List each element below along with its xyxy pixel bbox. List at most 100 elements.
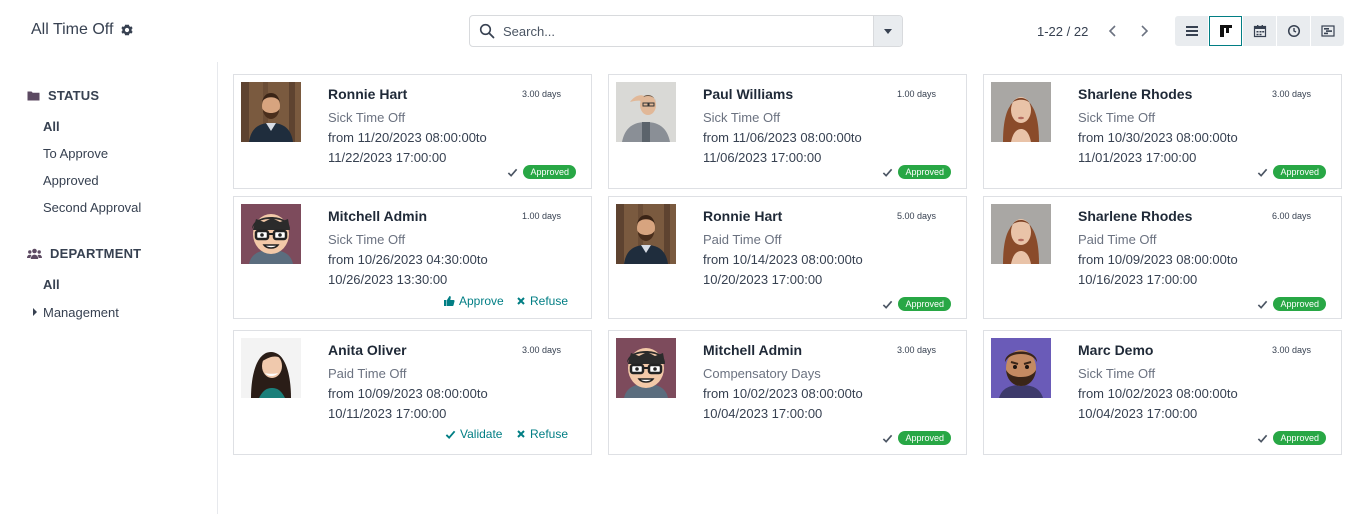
- time-off-card[interactable]: Sharlene Rhodes 3.00 days Sick Time Off …: [983, 74, 1342, 189]
- duration: 1.00 days: [521, 211, 561, 221]
- approval-status: Approved: [882, 165, 951, 179]
- approval-status: Approved: [1257, 297, 1326, 311]
- calendar-icon: [1253, 25, 1266, 38]
- employee-avatar: [991, 82, 1051, 142]
- employee-avatar: [616, 338, 676, 398]
- validate-label: Validate: [460, 427, 503, 441]
- refuse-label: Refuse: [530, 294, 569, 308]
- duration: 3.00 days: [896, 345, 936, 355]
- approval-status: Approved: [1257, 165, 1326, 179]
- duration: 3.00 days: [521, 89, 561, 99]
- date-to: 10/20/2023 17:00:00: [703, 272, 823, 287]
- status-badge: Approved: [898, 431, 951, 445]
- list-view-button[interactable]: [1175, 16, 1208, 46]
- status-heading-label: STATUS: [48, 88, 100, 103]
- leave-type: Sick Time Off: [1078, 366, 1156, 381]
- search-options-toggle[interactable]: [873, 16, 902, 46]
- users-icon: [27, 248, 42, 259]
- check-icon: [1258, 168, 1268, 177]
- department-filter-all[interactable]: All: [43, 277, 60, 292]
- duration: 3.00 days: [1271, 89, 1311, 99]
- leave-type: Paid Time Off: [703, 232, 782, 247]
- time-off-card[interactable]: Anita Oliver 3.00 days Paid Time Off fro…: [233, 330, 592, 455]
- time-off-card[interactable]: Mitchell Admin 3.00 days Compensatory Da…: [608, 330, 967, 455]
- validate-button[interactable]: Validate: [445, 427, 502, 441]
- approve-label: Approve: [459, 294, 504, 308]
- gantt-icon: [1320, 25, 1335, 37]
- employee-avatar: [241, 204, 301, 264]
- folder-icon: [27, 91, 40, 101]
- check-icon: [445, 430, 456, 439]
- employee-avatar: [241, 82, 301, 142]
- date-from: from 11/20/2023 08:00:00to: [328, 130, 487, 145]
- time-off-card[interactable]: Ronnie Hart 3.00 days Sick Time Off from…: [233, 74, 592, 189]
- date-from: from 10/09/2023 08:00:00to: [328, 386, 488, 401]
- leave-type: Compensatory Days: [703, 366, 821, 381]
- employee-name: Ronnie Hart: [328, 86, 408, 102]
- duration: 5.00 days: [896, 211, 936, 221]
- refuse-button[interactable]: Refuse: [516, 294, 568, 308]
- employee-name: Anita Oliver: [328, 342, 407, 358]
- leave-type: Sick Time Off: [1078, 110, 1156, 125]
- duration: 1.00 days: [896, 89, 936, 99]
- employee-avatar: [991, 338, 1051, 398]
- date-to: 10/16/2023 17:00:00: [1078, 272, 1198, 287]
- employee-avatar: [616, 82, 676, 142]
- control-panel: All Time Off 1-22 / 22: [0, 0, 1366, 62]
- page-title: All Time Off: [31, 21, 114, 38]
- refuse-button[interactable]: Refuse: [516, 427, 568, 441]
- leave-type: Paid Time Off: [328, 366, 407, 381]
- search-bar[interactable]: [469, 15, 903, 47]
- approval-status: Approved: [882, 431, 951, 445]
- employee-avatar: [991, 204, 1051, 264]
- time-off-card[interactable]: Mitchell Admin 1.00 days Sick Time Off f…: [233, 196, 592, 319]
- department-section-heading: DEPARTMENT: [27, 246, 141, 261]
- check-icon: [883, 434, 893, 443]
- employee-name: Paul Williams: [703, 86, 794, 102]
- check-icon: [1258, 434, 1268, 443]
- duration: 6.00 days: [1271, 211, 1311, 221]
- date-to: 11/22/2023 17:00:00: [328, 150, 447, 165]
- employee-avatar: [241, 338, 301, 398]
- duration: 3.00 days: [1271, 345, 1311, 355]
- chevron-left-icon: [1108, 25, 1116, 37]
- refuse-label: Refuse: [530, 427, 569, 441]
- pager-previous-button[interactable]: [1103, 20, 1123, 42]
- caret-down-icon: [884, 28, 892, 34]
- time-off-card[interactable]: Ronnie Hart 5.00 days Paid Time Off from…: [608, 196, 967, 319]
- pager-next-button[interactable]: [1134, 20, 1154, 42]
- employee-name: Marc Demo: [1078, 342, 1154, 358]
- gear-icon[interactable]: [121, 24, 134, 36]
- activity-view-button[interactable]: [1277, 16, 1310, 46]
- approval-status: Approved: [507, 165, 576, 179]
- time-off-card[interactable]: Paul Williams 1.00 days Sick Time Off fr…: [608, 74, 967, 189]
- thumbs-up-icon: [444, 296, 455, 306]
- gantt-view-button[interactable]: [1311, 16, 1344, 46]
- employee-name: Sharlene Rhodes: [1078, 86, 1193, 102]
- status-badge: Approved: [1273, 165, 1326, 179]
- status-badge: Approved: [898, 165, 951, 179]
- approve-button[interactable]: Approve: [443, 294, 504, 308]
- time-off-card[interactable]: Sharlene Rhodes 6.00 days Paid Time Off …: [983, 196, 1342, 319]
- leave-type: Paid Time Off: [1078, 232, 1157, 247]
- employee-avatar: [616, 204, 676, 264]
- status-badge: Approved: [1273, 431, 1326, 445]
- list-icon: [1185, 26, 1198, 36]
- date-from: from 10/14/2023 08:00:00to: [703, 252, 863, 267]
- caret-right-icon: [33, 308, 37, 316]
- approval-status: Approved: [1257, 431, 1326, 445]
- status-filter-second-approval[interactable]: Second Approval: [43, 200, 141, 215]
- search-input[interactable]: [503, 17, 873, 45]
- check-icon: [508, 168, 518, 177]
- department-filter-management[interactable]: Management: [33, 305, 119, 320]
- time-off-card[interactable]: Marc Demo 3.00 days Sick Time Off from 1…: [983, 330, 1342, 455]
- pager-value[interactable]: 1-22 / 22: [1037, 24, 1088, 39]
- date-to: 10/11/2023 17:00:00: [328, 406, 447, 421]
- status-badge: Approved: [523, 165, 576, 179]
- kanban-view-button[interactable]: [1209, 16, 1242, 46]
- status-filter-all[interactable]: All: [43, 119, 60, 134]
- status-filter-approved[interactable]: Approved: [43, 173, 99, 188]
- status-badge: Approved: [1273, 297, 1326, 311]
- status-filter-to-approve[interactable]: To Approve: [43, 146, 108, 161]
- calendar-view-button[interactable]: [1243, 16, 1276, 46]
